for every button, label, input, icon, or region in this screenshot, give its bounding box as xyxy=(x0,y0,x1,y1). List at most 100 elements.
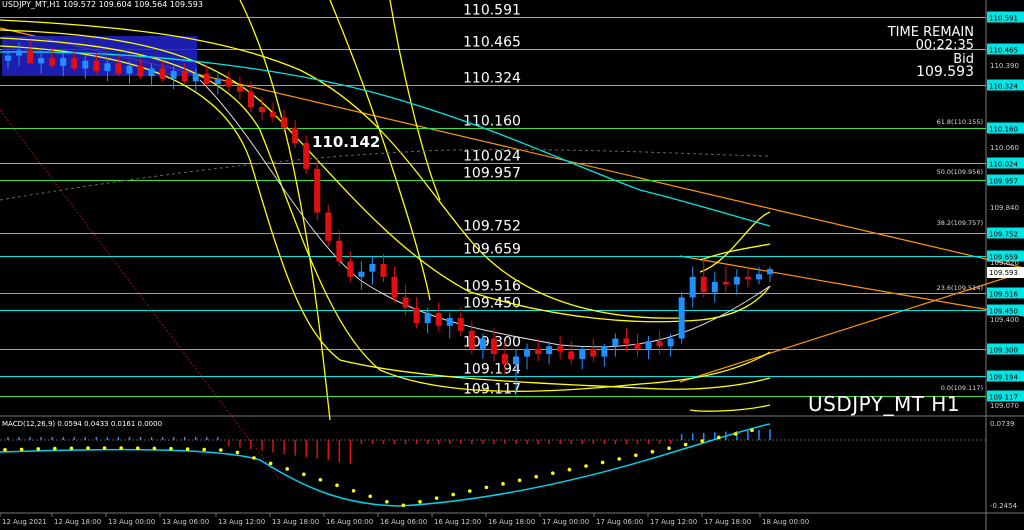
candle-body xyxy=(435,312,442,326)
level-label: 110.591 xyxy=(463,3,521,19)
candle-body xyxy=(579,348,586,360)
time-tick-label: 13 Aug 12:00 xyxy=(218,518,265,526)
time-tick-label: 16 Aug 06:00 xyxy=(380,518,427,526)
time-tick-label: 13 Aug 00:00 xyxy=(108,518,155,526)
macd-signal-dot xyxy=(202,447,206,452)
macd-signal-dot xyxy=(418,499,422,504)
candle-body xyxy=(546,346,553,354)
level-label: 109.752 xyxy=(463,219,521,235)
candle-body xyxy=(490,338,497,354)
macd-signal-dot xyxy=(667,446,671,450)
candle-body xyxy=(601,346,608,357)
candle-body xyxy=(247,91,254,108)
macd-signal-dot xyxy=(252,456,256,460)
candle-body xyxy=(225,78,232,87)
macd-line xyxy=(0,423,771,507)
candle-body xyxy=(656,341,663,347)
envelope-band xyxy=(699,243,771,261)
candle-body xyxy=(722,281,729,285)
candle-body xyxy=(126,65,133,74)
candle-body xyxy=(281,117,288,128)
candle-body xyxy=(214,78,221,84)
candle-body xyxy=(203,73,210,84)
macd-signal-dot xyxy=(501,482,505,486)
time-tick-label: 17 Aug 00:00 xyxy=(542,518,589,526)
price-callout: 110.142 xyxy=(312,133,380,151)
time-tick-label: 16 Aug 00:00 xyxy=(326,518,373,526)
macd-signal-dot xyxy=(534,474,538,479)
candle-body xyxy=(347,261,354,277)
level-price-tag-text: 110.591 xyxy=(989,15,1018,23)
chart-canvas[interactable]: 110.591 110.591 110.465 110.465 110.324 110.3… xyxy=(0,0,1024,530)
macd-signal-dot xyxy=(185,447,190,451)
macd-signal-dot xyxy=(617,457,621,461)
macd-label: MACD(12,26,9) 0.0594 0.0433 0.0161 0.000… xyxy=(2,420,162,428)
candle-body xyxy=(700,276,707,293)
candle-body xyxy=(524,348,531,357)
level-label: 110.024 xyxy=(463,149,521,165)
macd-signal-dot xyxy=(551,471,555,475)
candle-body xyxy=(501,353,508,365)
envelope-band xyxy=(689,404,771,412)
macd-signal-dot xyxy=(351,488,356,493)
time-tick-label: 13 Aug 06:00 xyxy=(162,518,209,526)
level-price-tag-text: 109.194 xyxy=(989,374,1018,382)
dashed-ma xyxy=(0,149,771,201)
level-label: 109.194 xyxy=(463,362,521,378)
time-tick-label: 16 Aug 18:00 xyxy=(488,518,535,526)
level-label: 109.957 xyxy=(463,166,521,182)
macd-tick-label: 0.0739 xyxy=(990,420,1015,428)
candle-body xyxy=(557,346,564,352)
macd-signal-dot xyxy=(434,496,439,500)
candle-body xyxy=(270,112,277,118)
fib-label: 38.2(109.757) xyxy=(937,219,983,227)
level-label: 109.659 xyxy=(463,242,521,258)
candle-body xyxy=(479,338,486,349)
macd-signal-dot xyxy=(750,428,754,433)
candle-body xyxy=(303,143,310,169)
time-tick-label: 17 Aug 18:00 xyxy=(704,518,751,526)
macd-signal-dot xyxy=(368,494,373,499)
macd-signal-dot xyxy=(152,446,157,451)
candle-body xyxy=(104,63,111,72)
time-tick-label: 18 Aug 00:00 xyxy=(762,518,809,526)
macd-signal-dot xyxy=(634,453,638,458)
moving-average xyxy=(0,51,771,227)
candle-body xyxy=(148,68,155,77)
macd-signal-dot xyxy=(385,499,389,504)
candle-body xyxy=(358,271,365,277)
envelope-band xyxy=(699,211,771,273)
candle-body xyxy=(16,50,23,56)
macd-signal-dot xyxy=(36,447,40,451)
candle-body xyxy=(645,341,652,349)
time-tick-label: 17 Aug 06:00 xyxy=(596,518,643,526)
macd-signal-dot xyxy=(484,485,489,490)
envelope-band xyxy=(0,37,771,392)
macd-signal-dot xyxy=(401,503,406,508)
price-tick-label: 110.390 xyxy=(990,62,1019,70)
time-tick-label: 12 Aug 2021 xyxy=(2,518,47,526)
chart-title: USDJPY_MT,H1 109.572 109.604 109.564 109… xyxy=(2,0,203,9)
price-tick-label: 109.620 xyxy=(990,259,1019,267)
candle-body xyxy=(159,68,166,79)
candle-body xyxy=(755,274,762,280)
macd-signal-dot xyxy=(285,467,290,471)
macd-signal-dot xyxy=(567,467,572,472)
macd-signal-dot xyxy=(302,472,306,477)
macd-signal-dot xyxy=(119,446,123,450)
price-tick-label: 110.060 xyxy=(990,144,1019,152)
fib-label: 0.0(109.117) xyxy=(941,384,983,392)
candle-body xyxy=(82,60,89,69)
candle-body xyxy=(5,55,11,61)
level-label: 110.465 xyxy=(463,35,521,51)
candle-body xyxy=(623,338,630,344)
level-price-tag-text: 109.516 xyxy=(989,291,1018,299)
macd-signal-dot xyxy=(451,492,456,497)
macd-signal-dot xyxy=(584,464,588,468)
candle-body xyxy=(689,276,696,298)
macd-signal-dot xyxy=(102,446,107,450)
candle-body xyxy=(391,276,398,298)
macd-signal-dot xyxy=(717,435,721,440)
level-price-tag-text: 110.160 xyxy=(989,126,1018,134)
candle-body xyxy=(115,63,122,74)
